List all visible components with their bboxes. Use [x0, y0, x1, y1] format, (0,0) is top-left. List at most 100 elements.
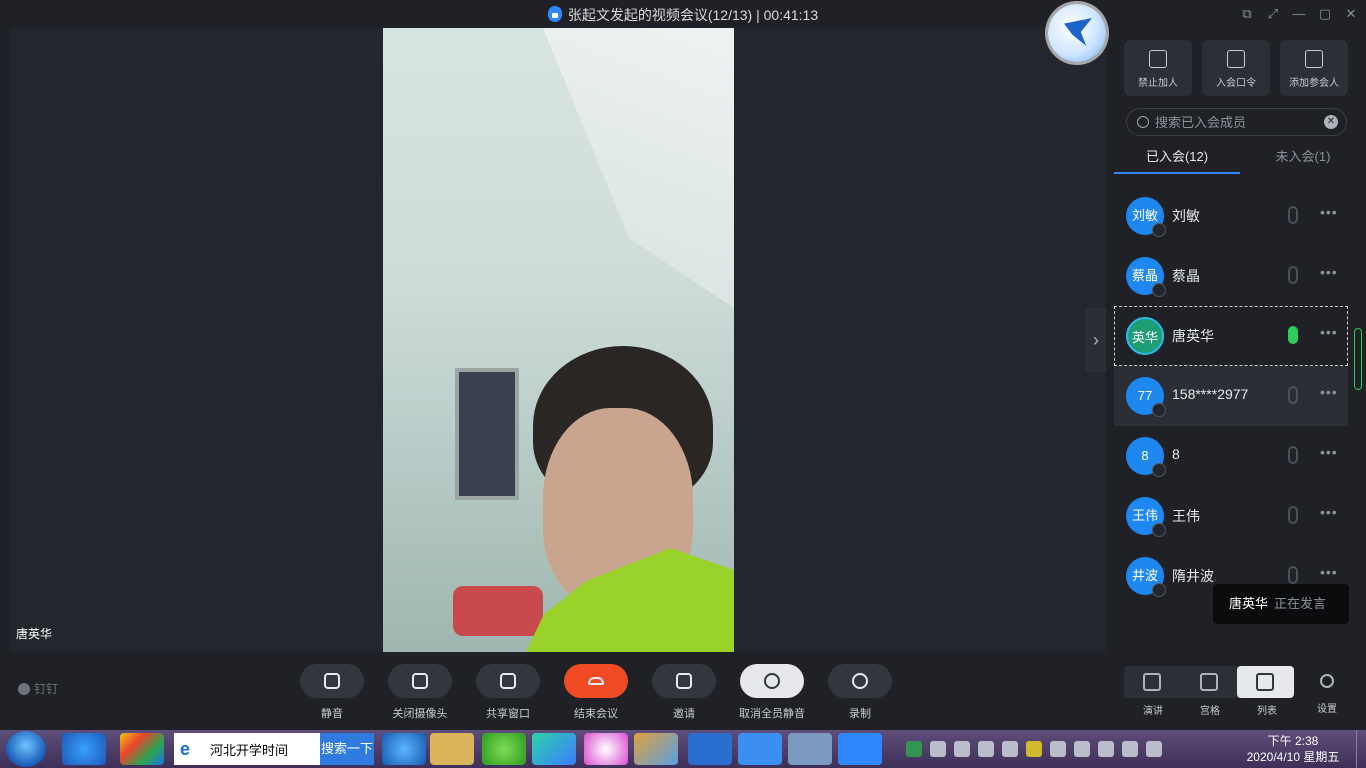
- member-list-scrollbar[interactable]: [1354, 328, 1362, 390]
- mic-muted-icon[interactable]: [1288, 206, 1298, 224]
- unmute-all-button[interactable]: 取消全员静音: [739, 664, 805, 721]
- more-icon[interactable]: •••: [1320, 504, 1338, 520]
- taskbar-clock[interactable]: 下午 2:38 2020/4/10 星期五: [1238, 733, 1348, 765]
- show-desktop-button[interactable]: [1356, 730, 1366, 768]
- avatar-text: 8: [1141, 448, 1149, 463]
- member-row[interactable]: 王伟 王伟 •••: [1114, 486, 1348, 546]
- ie-icon[interactable]: [62, 733, 106, 765]
- lock-meeting-button[interactable]: 禁止加人: [1124, 40, 1192, 96]
- folder-icon[interactable]: [430, 733, 474, 765]
- more-icon[interactable]: •••: [1320, 564, 1338, 580]
- speaking-toast-status: 正在发言: [1274, 596, 1327, 611]
- maximize-icon[interactable]: ▢: [1318, 6, 1332, 22]
- window-title-text: 张起文发起的视频会议(12/13) | 00:41:13: [567, 7, 819, 23]
- hang-up-icon: [564, 664, 628, 698]
- window-title: 张起文发起的视频会议(12/13) | 00:41:13: [0, 5, 1366, 25]
- collapse-panel-button[interactable]: ›: [1086, 308, 1106, 372]
- title-bar: 张起文发起的视频会议(12/13) | 00:41:13 ⧉ ⤢ — ▢ ✕: [0, 0, 1366, 28]
- member-row[interactable]: 8 8 •••: [1114, 426, 1348, 486]
- fullscreen-icon[interactable]: ⤢: [1266, 6, 1280, 22]
- layout-speaker-button[interactable]: [1124, 666, 1181, 698]
- display-icon[interactable]: [1146, 741, 1162, 757]
- add-participant-label: 添加参会人: [1289, 78, 1339, 89]
- layout-list-label: 列表: [1257, 706, 1277, 717]
- video-player-icon[interactable]: [532, 733, 576, 765]
- avatar: 井波: [1126, 557, 1166, 597]
- minimize-icon[interactable]: —: [1292, 6, 1306, 22]
- more-icon[interactable]: •••: [1320, 444, 1338, 460]
- invite-button[interactable]: 邀请: [652, 664, 716, 721]
- mic-active-icon[interactable]: [1288, 326, 1298, 344]
- layout-speaker-label: 演讲: [1143, 706, 1163, 717]
- pin-icon[interactable]: ⧉: [1240, 6, 1254, 22]
- qq-icon[interactable]: [1074, 741, 1090, 757]
- end-meeting-button[interactable]: 结束会议: [564, 664, 628, 721]
- camera-off-button[interactable]: 关闭摄像头: [388, 664, 452, 721]
- member-name: 刘敏: [1172, 208, 1200, 224]
- layout-list-button[interactable]: [1237, 666, 1295, 698]
- meeting-code-button[interactable]: 入会口令: [1202, 40, 1270, 96]
- search-icon: [1137, 116, 1149, 128]
- taskbar-search-button[interactable]: 搜索一下: [320, 733, 374, 765]
- cloud-app-icon[interactable]: [584, 733, 628, 765]
- mute-button[interactable]: 静音: [300, 664, 364, 721]
- paint-icon[interactable]: [634, 733, 678, 765]
- record-icon: [828, 664, 892, 698]
- layout-grid-button[interactable]: [1181, 666, 1238, 698]
- photo-viewer-icon[interactable]: [788, 733, 832, 765]
- ie-browser-icon[interactable]: [382, 733, 426, 765]
- member-list: 刘敏 刘敏 ••• 蔡晶 蔡晶 ••• 英华 唐英华 ••• 77 158***…: [1114, 186, 1348, 606]
- mic-muted-icon[interactable]: [1288, 506, 1298, 524]
- mic-muted-icon[interactable]: [1288, 566, 1298, 584]
- vpn-app-icon[interactable]: [688, 733, 732, 765]
- member-row[interactable]: 蔡晶 蔡晶 •••: [1114, 246, 1348, 306]
- window-controls: ⧉ ⤢ — ▢ ✕: [1240, 6, 1358, 22]
- clear-search-icon[interactable]: ✕: [1324, 115, 1338, 129]
- bluetooth-icon[interactable]: [1098, 741, 1114, 757]
- brand-text: 钉钉: [34, 682, 59, 696]
- meeting-code-label: 入会口令: [1216, 78, 1256, 89]
- camera-icon: [388, 664, 452, 698]
- video-picture-frame: [455, 368, 519, 500]
- more-icon[interactable]: •••: [1320, 264, 1338, 280]
- mic-muted-icon[interactable]: [1288, 266, 1298, 284]
- member-search-input[interactable]: [1155, 112, 1325, 132]
- participants-panel: 禁止加人 入会口令 添加参会人 ✕ 已入会(12) 未入会(1) 刘敏 刘敏: [1114, 28, 1366, 652]
- add-participant-button[interactable]: 添加参会人: [1280, 40, 1348, 96]
- member-row[interactable]: 77 158****2977 •••: [1114, 366, 1348, 426]
- taskbar-search-input[interactable]: [210, 740, 316, 758]
- mic-muted-icon[interactable]: [1288, 446, 1298, 464]
- record-button[interactable]: 录制: [828, 664, 892, 721]
- tray-app-icon[interactable]: [954, 741, 970, 757]
- refresh-app-icon[interactable]: [482, 733, 526, 765]
- close-icon[interactable]: ✕: [1344, 6, 1358, 22]
- temperature-icon[interactable]: [930, 741, 946, 757]
- phone-app-icon[interactable]: [838, 733, 882, 765]
- app-pinwheel-icon[interactable]: [120, 733, 164, 765]
- meeting-toolbar: 钉钉 静音 关闭摄像头 共享窗口 结束会议 邀请 取消全员静音 录制 演讲 宫格…: [0, 660, 1366, 730]
- dingtalk-taskbar-icon[interactable]: [738, 733, 782, 765]
- member-row[interactable]: 刘敏 刘敏 •••: [1114, 186, 1348, 246]
- tab-not-joined[interactable]: 未入会(1): [1240, 146, 1366, 174]
- tray-app-icon[interactable]: [978, 741, 994, 757]
- bell-icon[interactable]: [1002, 741, 1018, 757]
- mic-muted-icon[interactable]: [1288, 386, 1298, 404]
- start-button[interactable]: [6, 731, 46, 767]
- more-icon[interactable]: •••: [1320, 384, 1338, 400]
- tab-joined[interactable]: 已入会(12): [1114, 146, 1240, 174]
- more-icon[interactable]: •••: [1320, 324, 1338, 340]
- more-icon[interactable]: •••: [1320, 204, 1338, 220]
- member-name: 王伟: [1172, 508, 1200, 524]
- layout-grid-label: 宫格: [1200, 706, 1220, 717]
- tray-app-icon[interactable]: [1026, 741, 1042, 757]
- member-row-speaking[interactable]: 英华 唐英华 •••: [1114, 306, 1348, 366]
- member-name: 8: [1172, 446, 1180, 462]
- muted-badge-icon: [1152, 223, 1166, 237]
- volume-icon[interactable]: [1122, 741, 1138, 757]
- share-window-button[interactable]: 共享窗口: [476, 664, 540, 721]
- network-icon[interactable]: [1050, 741, 1066, 757]
- microphone-icon: [300, 664, 364, 698]
- settings-button[interactable]: 设置: [1316, 674, 1338, 715]
- tray-app-icon[interactable]: [906, 741, 922, 757]
- member-search[interactable]: ✕: [1126, 108, 1347, 136]
